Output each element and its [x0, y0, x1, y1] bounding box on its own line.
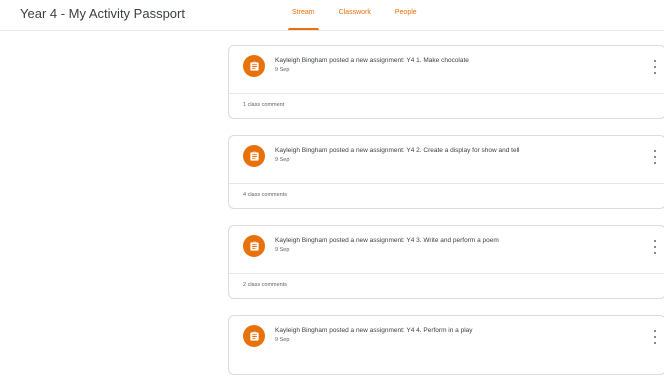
assignment-post[interactable]: Kayleigh Bingham posted a new assignment…: [228, 315, 664, 375]
class-comments-link[interactable]: 4 class comments: [243, 192, 287, 198]
post-footer: 4 class comments: [229, 183, 664, 210]
post-date: 9 Sep: [275, 67, 290, 73]
class-title[interactable]: Year 4 - My Activity Passport: [20, 6, 185, 21]
assignment-icon: [243, 145, 265, 167]
post-title[interactable]: Kayleigh Bingham posted a new assignment…: [275, 147, 520, 154]
more-options-icon[interactable]: [651, 240, 659, 254]
more-options-icon[interactable]: [651, 330, 659, 344]
post-footer: 2 class comments: [229, 273, 664, 300]
post-footer: 1 class comment: [229, 93, 664, 120]
post-title[interactable]: Kayleigh Bingham posted a new assignment…: [275, 237, 499, 244]
more-options-icon[interactable]: [651, 150, 659, 164]
post-header: Kayleigh Bingham posted a new assignment…: [229, 226, 664, 266]
tab-bar: Stream Classwork People: [280, 0, 429, 30]
assignment-icon: [243, 235, 265, 257]
assignment-post[interactable]: Kayleigh Bingham posted a new assignment…: [228, 45, 664, 119]
stream-feed: Kayleigh Bingham posted a new assignment…: [228, 45, 664, 391]
tab-people[interactable]: People: [383, 0, 429, 30]
post-date: 9 Sep: [275, 247, 290, 253]
post-title[interactable]: Kayleigh Bingham posted a new assignment…: [275, 57, 469, 64]
post-header: Kayleigh Bingham posted a new assignment…: [229, 46, 664, 86]
post-header: Kayleigh Bingham posted a new assignment…: [229, 316, 664, 356]
assignment-post[interactable]: Kayleigh Bingham posted a new assignment…: [228, 135, 664, 209]
tab-classwork[interactable]: Classwork: [327, 0, 383, 30]
assignment-icon: [243, 55, 265, 77]
post-date: 9 Sep: [275, 157, 290, 163]
tab-stream[interactable]: Stream: [280, 0, 327, 30]
post-header: Kayleigh Bingham posted a new assignment…: [229, 136, 664, 176]
post-date: 9 Sep: [275, 337, 290, 343]
assignment-icon: [243, 325, 265, 347]
more-options-icon[interactable]: [651, 60, 659, 74]
assignment-post[interactable]: Kayleigh Bingham posted a new assignment…: [228, 225, 664, 299]
top-bar: Year 4 - My Activity Passport Stream Cla…: [0, 0, 664, 31]
class-comments-link[interactable]: 2 class comments: [243, 282, 287, 288]
class-comments-link[interactable]: 1 class comment: [243, 102, 284, 108]
post-title[interactable]: Kayleigh Bingham posted a new assignment…: [275, 327, 473, 334]
